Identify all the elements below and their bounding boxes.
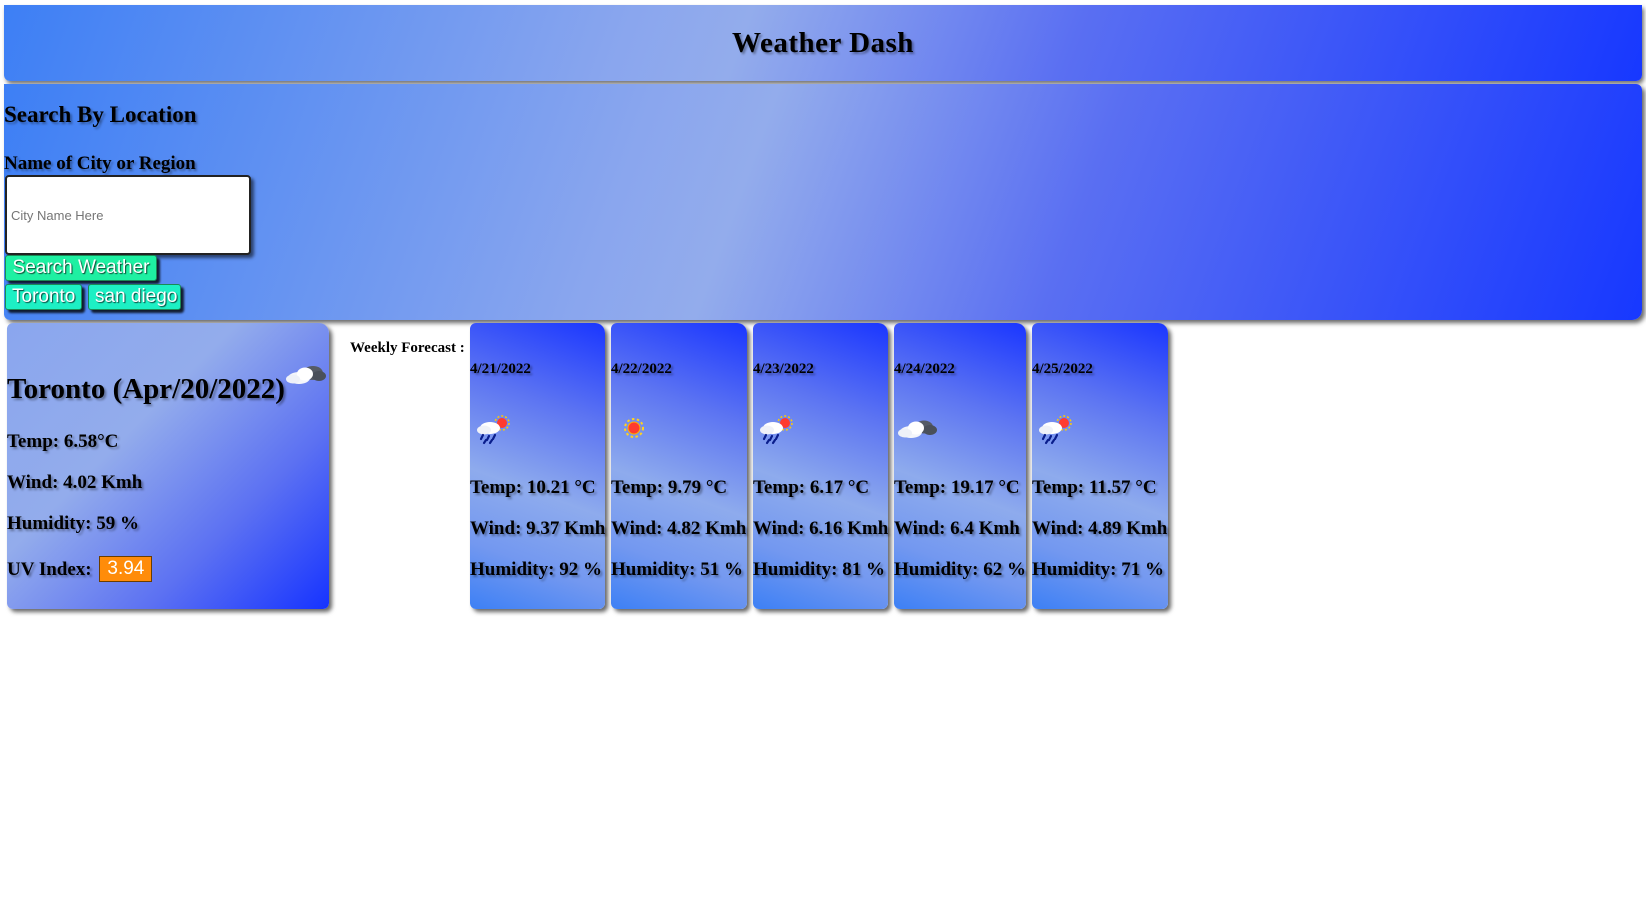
forecast-humidity: Humidity: 92 % bbox=[470, 559, 602, 580]
rain-sun-icon bbox=[760, 415, 793, 445]
cloudy-icon bbox=[898, 420, 937, 438]
app-header: Weather Dash bbox=[4, 5, 1642, 81]
forecast-temperature: Temp: 19.17 °C bbox=[894, 477, 1020, 498]
forecast-card: 4/21/2022 Temp: 10.21 °C Wind: 9.37 Kmh … bbox=[470, 323, 605, 609]
current-city-date: Toronto (Apr/20/2022) bbox=[7, 373, 285, 405]
forecast-card: 4/23/2022 Temp: 6.17 °C Wind: 6.16 Kmh H… bbox=[753, 323, 888, 609]
sun-icon bbox=[624, 418, 644, 438]
city-search-input[interactable] bbox=[5, 175, 251, 255]
forecast-card: 4/22/2022 Temp: 9.79 °C Wind: 4.82 Kmh H… bbox=[611, 323, 747, 609]
forecast-date: 4/21/2022 bbox=[470, 361, 531, 377]
search-weather-button[interactable]: Search Weather bbox=[5, 255, 157, 281]
forecast-wind: Wind: 4.82 Kmh bbox=[611, 518, 747, 539]
rain-sun-icon bbox=[477, 415, 510, 445]
current-humidity: Humidity: 59 % bbox=[7, 513, 139, 534]
forecast-date: 4/25/2022 bbox=[1032, 361, 1093, 377]
weekly-forecast-label: Weekly Forecast : bbox=[350, 340, 465, 356]
forecast-wind: Wind: 9.37 Kmh bbox=[470, 518, 606, 539]
current-temperature: Temp: 6.58°C bbox=[7, 431, 119, 452]
current-uv-index: UV Index: 3.94 bbox=[7, 556, 153, 582]
forecast-card: 4/25/2022 Temp: 11.57 °C Wind: 4.89 Kmh … bbox=[1032, 323, 1168, 609]
forecast-humidity: Humidity: 62 % bbox=[894, 559, 1026, 580]
search-panel: Search By Location Name of City or Regio… bbox=[4, 84, 1642, 320]
forecast-humidity: Humidity: 71 % bbox=[1032, 559, 1164, 580]
city-input-label: Name of City or Region bbox=[4, 153, 196, 174]
forecast-temperature: Temp: 6.17 °C bbox=[753, 477, 870, 498]
forecast-wind: Wind: 6.4 Kmh bbox=[894, 518, 1020, 539]
cloudy-icon bbox=[286, 366, 326, 384]
forecast-card: 4/24/2022 Temp: 19.17 °C Wind: 6.4 Kmh H… bbox=[894, 323, 1026, 609]
forecast-date: 4/24/2022 bbox=[894, 361, 955, 377]
uv-index-badge: 3.94 bbox=[99, 556, 153, 582]
current-weather-card: Toronto (Apr/20/2022) Temp: 6.58°C Wind:… bbox=[7, 323, 329, 609]
rain-sun-icon bbox=[1039, 415, 1072, 445]
forecast-date: 4/23/2022 bbox=[753, 361, 814, 377]
page-title: Weather Dash bbox=[732, 26, 914, 59]
forecast-humidity: Humidity: 81 % bbox=[753, 559, 885, 580]
current-wind: Wind: 4.02 Kmh bbox=[7, 472, 143, 493]
history-button-san-diego[interactable]: san diego bbox=[88, 284, 181, 310]
forecast-temperature: Temp: 9.79 °C bbox=[611, 477, 728, 498]
history-button-toronto[interactable]: Toronto bbox=[5, 284, 82, 310]
search-title: Search By Location bbox=[4, 102, 197, 127]
forecast-temperature: Temp: 10.21 °C bbox=[470, 477, 596, 498]
forecast-date: 4/22/2022 bbox=[611, 361, 672, 377]
uv-index-label: UV Index: bbox=[7, 559, 92, 580]
forecast-wind: Wind: 6.16 Kmh bbox=[753, 518, 889, 539]
forecast-wind: Wind: 4.89 Kmh bbox=[1032, 518, 1168, 539]
forecast-temperature: Temp: 11.57 °C bbox=[1032, 477, 1157, 498]
forecast-humidity: Humidity: 51 % bbox=[611, 559, 743, 580]
